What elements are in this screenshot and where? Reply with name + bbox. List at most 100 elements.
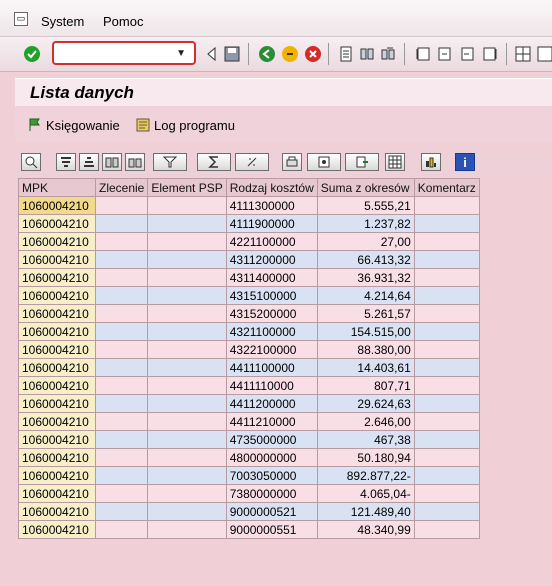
cell-comment[interactable] <box>413 214 480 233</box>
cell-mpk[interactable]: 1060004210 <box>18 430 96 449</box>
cell-comment[interactable] <box>413 304 480 323</box>
table-row[interactable]: 1060004210 4111900000 1.237,82 <box>18 214 480 233</box>
cell-comment[interactable] <box>413 286 480 305</box>
cell-period-sum[interactable]: 14.403,61 <box>316 358 415 377</box>
cell-cost-type[interactable]: 4221100000 <box>225 232 318 251</box>
cell-order[interactable] <box>94 394 149 413</box>
cell-period-sum[interactable]: 29.624,63 <box>316 394 415 413</box>
cell-wbs-element[interactable] <box>147 502 227 521</box>
cell-order[interactable] <box>94 232 149 251</box>
cell-mpk[interactable]: 1060004210 <box>18 376 96 395</box>
cell-wbs-element[interactable] <box>147 376 227 395</box>
cell-cost-type[interactable]: 4311400000 <box>225 268 318 287</box>
cell-comment[interactable] <box>413 520 480 539</box>
cell-cost-type[interactable]: 4800000000 <box>225 448 318 467</box>
table-row[interactable]: 1060004210 7380000000 4.065,04- <box>18 484 480 503</box>
find-icon[interactable] <box>102 153 122 171</box>
table-row[interactable]: 1060004210 4411110000 807,71 <box>18 376 480 395</box>
cell-cost-type[interactable]: 4311200000 <box>225 250 318 269</box>
cell-cost-type[interactable]: 4111300000 <box>225 196 318 215</box>
cell-order[interactable] <box>94 286 149 305</box>
cell-order[interactable] <box>94 484 149 503</box>
cell-period-sum[interactable]: 5.261,57 <box>316 304 415 323</box>
cell-period-sum[interactable]: 807,71 <box>316 376 415 395</box>
cell-period-sum[interactable]: 66.413,32 <box>316 250 415 269</box>
cell-order[interactable] <box>94 358 149 377</box>
cell-comment[interactable] <box>413 358 480 377</box>
cell-cost-type[interactable]: 4411200000 <box>225 394 318 413</box>
cell-mpk[interactable]: 1060004210 <box>18 322 96 341</box>
print-icon[interactable] <box>337 45 355 63</box>
cell-wbs-element[interactable] <box>147 196 227 215</box>
first-page-icon[interactable] <box>414 45 432 63</box>
chevron-down-icon[interactable]: ▼ <box>176 48 186 59</box>
confirm-icon[interactable] <box>23 45 41 63</box>
cell-period-sum[interactable]: 36.931,32 <box>316 268 415 287</box>
info-icon[interactable]: i <box>455 153 475 171</box>
menu-system[interactable]: System <box>41 14 84 29</box>
cell-mpk[interactable]: 1060004210 <box>18 484 96 503</box>
cell-wbs-element[interactable] <box>147 286 227 305</box>
cell-comment[interactable] <box>413 466 480 485</box>
cell-cost-type[interactable]: 7003050000 <box>225 466 318 485</box>
cell-cost-type[interactable]: 7380000000 <box>225 484 318 503</box>
posting-button[interactable]: Księgowanie <box>27 117 120 133</box>
cell-mpk[interactable]: 1060004210 <box>18 394 96 413</box>
cell-comment[interactable] <box>413 196 480 215</box>
cell-period-sum[interactable]: 50.180,94 <box>316 448 415 467</box>
cell-wbs-element[interactable] <box>147 484 227 503</box>
cell-cost-type[interactable]: 4735000000 <box>225 430 318 449</box>
column-header-mpk[interactable]: MPK <box>18 178 96 197</box>
program-log-button[interactable]: Log programu <box>135 117 235 133</box>
cell-period-sum[interactable]: 892.877,22- <box>316 466 415 485</box>
cell-wbs-element[interactable] <box>147 448 227 467</box>
graphic-icon[interactable] <box>421 153 441 171</box>
cell-period-sum[interactable]: 4.065,04- <box>316 484 415 503</box>
menu-window-icon[interactable]: ▭ <box>14 12 28 26</box>
cell-comment[interactable] <box>413 448 480 467</box>
cell-period-sum[interactable]: 1.237,82 <box>316 214 415 233</box>
cell-order[interactable] <box>94 340 149 359</box>
cell-order[interactable] <box>94 268 149 287</box>
cell-wbs-element[interactable] <box>147 214 227 233</box>
cell-period-sum[interactable]: 27,00 <box>316 232 415 251</box>
cell-period-sum[interactable]: 2.646,00 <box>316 412 415 431</box>
cell-mpk[interactable]: 1060004210 <box>18 286 96 305</box>
cell-order[interactable] <box>94 322 149 341</box>
sort-descending-icon[interactable] <box>79 153 99 171</box>
cell-wbs-element[interactable] <box>147 250 227 269</box>
table-row[interactable]: 1060004210 4735000000 467,38 <box>18 430 480 449</box>
cell-order[interactable] <box>94 412 149 431</box>
cell-mpk[interactable]: 1060004210 <box>18 232 96 251</box>
cell-order[interactable] <box>94 196 149 215</box>
find-next-icon[interactable] <box>125 153 145 171</box>
cell-comment[interactable] <box>413 322 480 341</box>
table-row[interactable]: 1060004210 4111300000 5.555,21 <box>18 196 480 215</box>
sum-icon[interactable] <box>197 153 231 171</box>
column-header-period-sum[interactable]: Suma z okresów <box>316 178 415 197</box>
cell-cost-type[interactable]: 4411210000 <box>225 412 318 431</box>
cancel-icon[interactable] <box>304 45 322 63</box>
cell-order[interactable] <box>94 304 149 323</box>
cell-wbs-element[interactable] <box>147 430 227 449</box>
cell-period-sum[interactable]: 88.380,00 <box>316 340 415 359</box>
table-row[interactable]: 1060004210 9000000521 121.489,40 <box>18 502 480 521</box>
cell-mpk[interactable]: 1060004210 <box>18 412 96 431</box>
cell-mpk[interactable]: 1060004210 <box>18 502 96 521</box>
table-row[interactable]: 1060004210 4315100000 4.214,64 <box>18 286 480 305</box>
cell-comment[interactable] <box>413 376 480 395</box>
cell-wbs-element[interactable] <box>147 322 227 341</box>
cell-wbs-element[interactable] <box>147 358 227 377</box>
cell-wbs-element[interactable] <box>147 340 227 359</box>
cell-wbs-element[interactable] <box>147 232 227 251</box>
cell-comment[interactable] <box>413 502 480 521</box>
cell-mpk[interactable]: 1060004210 <box>18 448 96 467</box>
cell-period-sum[interactable]: 121.489,40 <box>316 502 415 521</box>
cell-comment[interactable] <box>413 484 480 503</box>
cell-comment[interactable] <box>413 394 480 413</box>
table-row[interactable]: 1060004210 4322100000 88.380,00 <box>18 340 480 359</box>
cell-comment[interactable] <box>413 250 480 269</box>
details-icon[interactable] <box>21 153 41 171</box>
cell-period-sum[interactable]: 5.555,21 <box>316 196 415 215</box>
cell-mpk[interactable]: 1060004210 <box>18 358 96 377</box>
